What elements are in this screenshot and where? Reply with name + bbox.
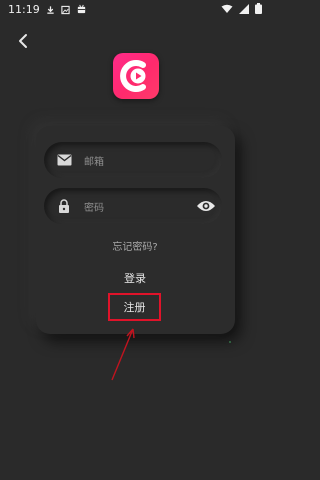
- email-field[interactable]: 邮箱: [44, 142, 222, 178]
- signal-icon: [239, 3, 249, 14]
- status-bar: 11:19: [0, 0, 270, 20]
- photo-icon: [61, 5, 70, 14]
- register-button[interactable]: 注册: [108, 293, 161, 321]
- wifi-icon: [221, 4, 233, 13]
- battery-icon: [255, 3, 262, 14]
- app-logo-icon: [120, 60, 146, 92]
- app-logo: [113, 53, 159, 99]
- decorative-dot: [229, 341, 231, 343]
- mail-icon: [56, 152, 72, 168]
- back-button[interactable]: [10, 28, 36, 54]
- status-time: 11:19: [8, 3, 40, 16]
- status-left: 11:19: [8, 3, 87, 16]
- password-placeholder: 密码: [84, 202, 104, 214]
- email-placeholder: 邮箱: [84, 156, 104, 168]
- chevron-left-icon: [19, 34, 27, 48]
- eye-icon[interactable]: [196, 197, 216, 215]
- download-icon: [47, 5, 54, 14]
- register-label: 注册: [123, 301, 146, 314]
- forgot-password-link[interactable]: 忘记密码?: [0, 238, 270, 253]
- status-right: [221, 3, 262, 14]
- login-button[interactable]: 登录: [0, 270, 270, 286]
- password-field[interactable]: 密码: [44, 188, 222, 224]
- bug-icon: [77, 4, 85, 14]
- lock-icon: [56, 198, 72, 214]
